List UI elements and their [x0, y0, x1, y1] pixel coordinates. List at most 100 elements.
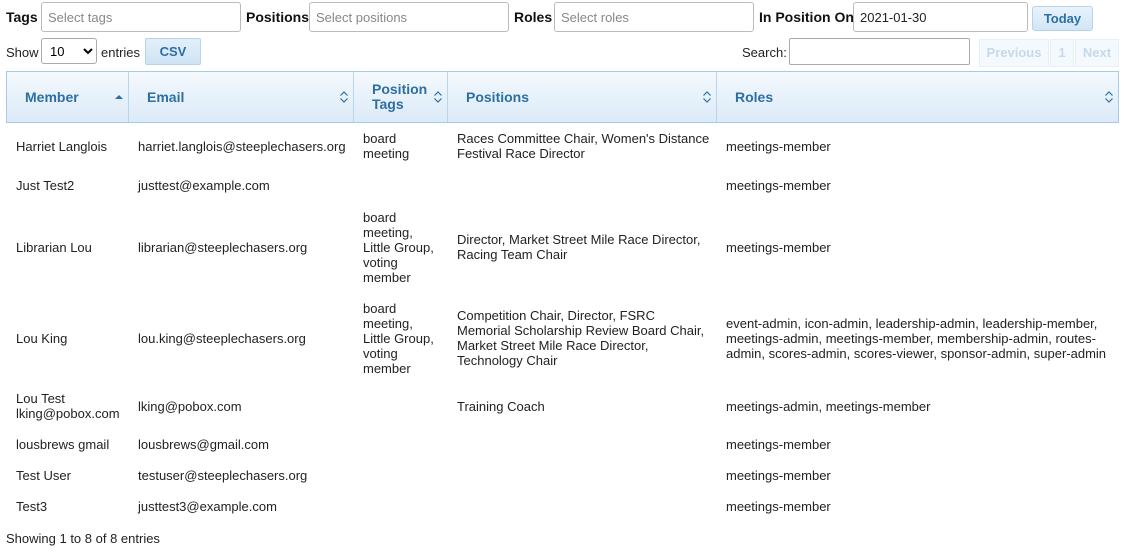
positions-label: Positions [246, 9, 310, 25]
member-cell-line: Test3 [16, 499, 48, 514]
member-cell-text: lousbrews gmail [16, 437, 109, 452]
positions-cell-line: Races Committee Chair, Women's Distance [457, 131, 710, 146]
position-tags-cell-line: Little Group, [363, 330, 434, 346]
entries-label: entries [101, 45, 141, 60]
position-tags-cell-line: voting [363, 254, 398, 270]
column-header-positions[interactable]: Positions [448, 72, 717, 122]
table-row: Test User testuser@steeplechasers.org meet… [6, 460, 1119, 491]
positions-cell-line: Market Street Mile Race Director, [457, 338, 649, 353]
roles-input[interactable] [554, 2, 754, 32]
column-header-position-tags[interactable]: Position Tags [354, 72, 448, 122]
search-input[interactable] [789, 38, 970, 65]
next-page-button[interactable]: Next [1075, 39, 1119, 67]
csv-button[interactable]: CSV [145, 38, 201, 65]
position-tags-cell-line: board [363, 131, 397, 146]
in-position-label: In Position On [759, 9, 854, 25]
email-cell: lousbrews@gmail.com [128, 429, 353, 460]
position-tags-cell-text: board meeting, Little Group, voting member [363, 210, 434, 285]
roles-cell: event-admin, icon-admin, leadership-admi… [716, 293, 1117, 383]
positions-cell-line: Festival Race Director [457, 146, 585, 161]
table-info: Showing 1 to 8 of 8 entries [6, 531, 160, 546]
table-row: Just Test2 justtest@example.com meetings-m… [6, 169, 1119, 201]
email-cell-text: justtest3@example.com [138, 499, 277, 514]
roles-cell-line: meetings-member [726, 468, 831, 483]
roles-cell-text: event-admin, icon-admin, leadership-admi… [726, 316, 1106, 361]
roles-cell: meetings-member [716, 429, 1117, 460]
members-page: Tags Positions Roles In Position On Toda… [0, 0, 1125, 558]
roles-header-label: Roles [735, 88, 774, 105]
email-cell: librarian@steeplechasers.org [128, 201, 353, 293]
roles-cell-line: meetings-admin, meetings-member, members… [726, 330, 1096, 346]
column-header-email[interactable]: Email [129, 72, 354, 122]
column-header-member[interactable]: Member [7, 72, 129, 122]
position-tags-cell-line: board [363, 300, 397, 316]
page-1-button[interactable]: 1 [1050, 39, 1074, 67]
position-tags-cell-text: board meeting [363, 131, 409, 161]
roles-cell: meetings-member [716, 123, 1117, 169]
table-row: Lou Test lking@pobox.com lking@pobox.com Tr… [6, 383, 1119, 429]
roles-cell-text: meetings-member [726, 499, 831, 514]
member-cell-text: Librarian Lou [16, 240, 92, 255]
roles-cell: meetings-member [716, 169, 1117, 201]
roles-cell: meetings-admin, meetings-member [716, 383, 1117, 429]
email-cell-text: librarian@steeplechasers.org [138, 239, 308, 255]
table-row: Test3 justtest3@example.com meetings-membe… [6, 491, 1119, 522]
roles-cell-text: meetings-member [726, 437, 831, 452]
email-cell: testuser@steeplechasers.org [128, 460, 353, 491]
position-tags-cell: board meeting, Little Group, voting member [353, 293, 447, 383]
member-cell-line: Test User [16, 468, 71, 483]
member-cell-text: Just Test2 [16, 178, 74, 193]
email-cell-text: testuser@steeplechasers.org [138, 468, 308, 483]
positions-cell-line: Racing Team Chair [457, 247, 568, 262]
member-cell-line: Lou King [16, 330, 68, 346]
member-cell: Test User [6, 460, 128, 491]
tags-label: Tags [6, 9, 38, 25]
member-cell-line: lousbrews gmail [16, 437, 110, 452]
positions-cell: Director, Market Street Mile Race Direct… [447, 201, 716, 293]
table-row: Harriet Langlois harriet.langlois@steeple… [6, 123, 1119, 169]
table-controls: Show 10 entries CSV Search: Previous 1 N… [6, 38, 1119, 67]
positions-cell-line: Director, Market Street Mile Race Direct… [457, 232, 701, 247]
table-header: Member Email Position Tags Positions Rol… [6, 71, 1119, 123]
tags-input[interactable] [41, 2, 241, 32]
position-tags-cell-line: meeting, [363, 224, 413, 240]
member-cell-line: Just Test2 [16, 177, 75, 193]
member-cell: Librarian Lou [6, 201, 128, 293]
position-tags-cell: board meeting [353, 123, 447, 169]
member-cell-line: Librarian Lou [16, 239, 92, 255]
positions-cell-line: Memorial Scholarship Review Board Chair, [457, 323, 705, 338]
position-tags-header-line-1: Position [372, 81, 428, 97]
positions-cell [447, 460, 716, 491]
entries-select[interactable]: 10 [41, 38, 97, 64]
position-tags-cell-text: board meeting, Little Group, voting member [363, 301, 434, 376]
positions-cell-text: Director, Market Street Mile Race Direct… [457, 232, 700, 262]
in-position-date-input[interactable] [853, 2, 1028, 32]
position-tags-cell-line: member [363, 360, 411, 376]
position-tags-cell-line: meeting, [363, 315, 413, 331]
email-cell: justtest@example.com [128, 169, 353, 201]
roles-cell: meetings-member [716, 460, 1117, 491]
member-header-label: Member [25, 88, 79, 105]
position-tags-cell-line: voting [363, 345, 398, 361]
member-cell: Test3 [6, 491, 128, 522]
email-cell-text: justtest@example.com [138, 177, 270, 193]
today-button[interactable]: Today [1032, 6, 1093, 31]
positions-cell: Competition Chair, Director, FSRC Memoria… [447, 293, 716, 383]
column-header-roles[interactable]: Roles [717, 72, 1118, 122]
roles-cell-line: meetings-member [726, 499, 831, 514]
position-tags-cell-line: member [363, 269, 411, 285]
positions-cell-text: Races Committee Chair, Women's Distance F… [457, 131, 709, 161]
roles-cell-line: meetings-admin, meetings-member [726, 398, 931, 414]
positions-input[interactable] [309, 2, 509, 32]
previous-page-button[interactable]: Previous [979, 39, 1049, 67]
roles-cell-line: meetings-member [726, 138, 831, 154]
positions-cell: Races Committee Chair, Women's Distance F… [447, 123, 716, 169]
sort-ascending-icon [115, 95, 123, 99]
position-tags-cell-line: Little Group, [363, 239, 434, 255]
position-tags-cell [353, 383, 447, 429]
roles-cell: meetings-member [716, 201, 1117, 293]
roles-cell-text: meetings-member [726, 139, 831, 154]
position-tags-cell [353, 169, 447, 201]
roles-cell-text: meetings-member [726, 240, 831, 255]
sort-both-icon [1105, 91, 1113, 103]
